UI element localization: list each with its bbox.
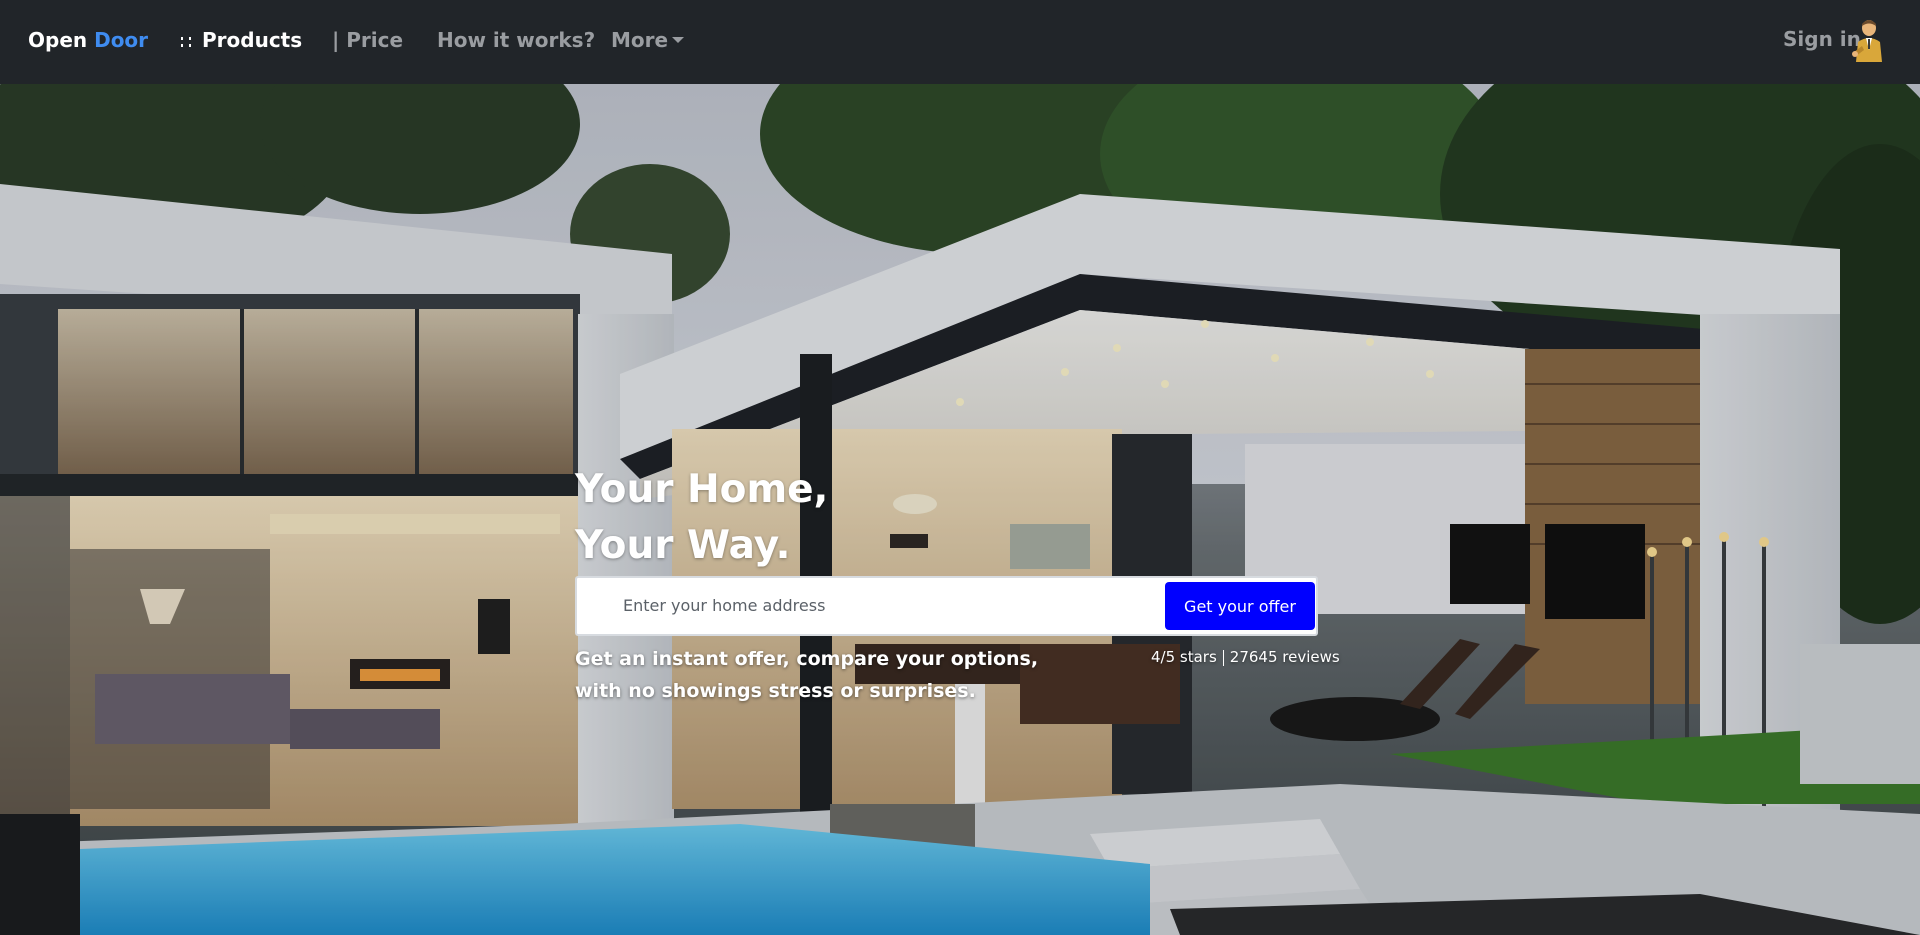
hero-headline: Your Home, Your Way.: [575, 462, 828, 574]
nav-price[interactable]: | Price: [332, 28, 403, 52]
top-navbar: Open Door Products | Price How it works?…: [0, 0, 1920, 84]
house-background-image: [0, 84, 1920, 935]
hero-tagline-line2: with no showings stress or surprises.: [575, 680, 976, 702]
reviews-count: 27645 reviews: [1229, 648, 1340, 666]
user-avatar-icon[interactable]: [1852, 16, 1886, 62]
nav-more-label: More: [611, 28, 669, 52]
home-address-input[interactable]: [623, 590, 1123, 620]
hero-tagline-line1: Get an instant offer, compare your optio…: [575, 648, 1039, 670]
brand-name-door: Door: [94, 28, 149, 52]
brand-logo[interactable]: Open Door: [28, 28, 148, 52]
rating-stars-text: 4/5 stars: [1151, 648, 1217, 666]
get-offer-button[interactable]: Get your offer: [1165, 582, 1315, 630]
hero-section: [0, 84, 1920, 935]
hero-headline-line1: Your Home,: [575, 467, 829, 512]
rating-summary: 4/5 stars 27645 reviews: [1151, 648, 1340, 666]
grid-dots-icon: [181, 36, 191, 47]
nav-more-dropdown[interactable]: More: [611, 28, 685, 52]
nav-how-it-works[interactable]: How it works?: [437, 28, 595, 52]
nav-products-label: Products: [202, 28, 303, 52]
hero-tagline: Get an instant offer, compare your optio…: [575, 643, 1038, 707]
nav-products[interactable]: Products: [180, 28, 302, 52]
rating-divider: [1222, 649, 1224, 666]
sign-in-link[interactable]: Sign in: [1783, 27, 1861, 51]
caret-down-icon: [672, 37, 685, 43]
brand-name-open: Open: [28, 28, 88, 52]
hero-headline-line2: Your Way.: [575, 523, 791, 568]
